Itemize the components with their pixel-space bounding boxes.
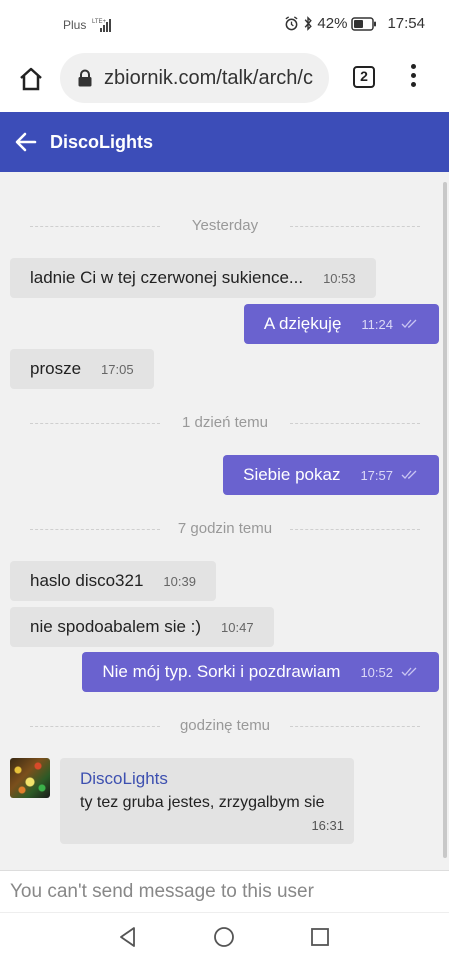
message-outgoing: A dziękuję 11:24 <box>243 304 439 344</box>
date-divider-label: godzinę temu <box>179 717 271 734</box>
chat-header: DiscoLights <box>0 112 449 172</box>
message-outgoing: Nie mój typ. Sorki i pozdrawiam 10:52 <box>82 652 439 692</box>
message-text: ty tez gruba jestes, zrzygalbym sie <box>80 794 325 811</box>
message-author[interactable]: DiscoLights <box>80 769 168 789</box>
clock: 17:54 <box>387 15 425 32</box>
message-incoming: prosze 17:05 <box>10 349 154 389</box>
read-receipt-icon <box>401 667 417 676</box>
message-time: 10:39 <box>163 573 196 589</box>
message-incoming-with-author: DiscoLights ty tez gruba jestes, zrzygal… <box>60 758 354 844</box>
address-bar[interactable]: zbiornik.com/talk/arch/c <box>60 53 329 103</box>
date-divider-label: 7 godzin temu <box>177 520 273 537</box>
status-bar: Plus LTE+ 42% 17:54 <box>0 0 449 50</box>
chat-title: DiscoLights <box>50 132 154 152</box>
message-incoming: nie spodoabalem sie :) 10:47 <box>10 607 274 647</box>
tab-switcher-button[interactable]: 2 <box>353 66 375 88</box>
status-right: 42% 17:54 <box>284 15 425 32</box>
message-incoming: ladnie Ci w tej czerwonej sukience... 10… <box>10 258 376 298</box>
nav-home-icon[interactable] <box>212 925 236 949</box>
message-text: A dziękuję <box>263 314 342 333</box>
read-receipt-icon <box>401 470 417 479</box>
date-divider-label: 1 dzień temu <box>182 414 268 431</box>
message-time: 17:57 <box>360 467 393 483</box>
nav-recents-icon[interactable] <box>308 925 332 949</box>
date-divider-label: Yesterday <box>191 217 259 234</box>
message-time: 10:53 <box>323 270 356 286</box>
read-receipt-icon <box>401 319 417 328</box>
battery-percent: 42% <box>317 15 348 32</box>
message-incoming: haslo disco321 10:39 <box>10 561 216 601</box>
message-time: 10:52 <box>360 664 393 680</box>
browser-toolbar: zbiornik.com/talk/arch/c 2 <box>0 50 449 112</box>
alarm-icon <box>285 16 298 31</box>
system-nav-bar <box>0 912 449 960</box>
network-type-label: LTE+ <box>92 19 107 25</box>
date-divider: 1 dzień temu <box>30 414 420 434</box>
home-icon[interactable] <box>17 65 45 93</box>
message-text: Nie mój typ. Sorki i pozdrawiam <box>102 662 341 681</box>
more-vert-icon[interactable] <box>408 64 418 92</box>
message-text: Siebie pokaz <box>243 465 341 484</box>
date-divider: godzinę temu <box>30 717 420 737</box>
message-list[interactable]: Yesterday ladnie Ci w tej czerwonej suki… <box>0 172 449 870</box>
nav-back-icon[interactable] <box>116 925 140 949</box>
message-outgoing: Siebie pokaz 17:57 <box>223 455 439 495</box>
date-divider: 7 godzin temu <box>30 520 420 540</box>
message-text: haslo disco321 <box>30 571 144 590</box>
message-composer: You can't send message to this user <box>0 870 449 912</box>
arrow-back-icon[interactable] <box>14 130 38 154</box>
message-time: 16:31 <box>311 818 344 833</box>
message-time: 17:05 <box>101 361 134 377</box>
message-time: 11:24 <box>361 316 393 332</box>
lock-icon <box>78 69 92 87</box>
composer-disabled-notice: You can't send message to this user <box>10 881 314 902</box>
carrier-label: Plus <box>63 18 87 32</box>
signal-icon: LTE+ <box>92 19 111 32</box>
bluetooth-icon <box>305 16 313 31</box>
message-time: 10:47 <box>221 619 254 635</box>
url-text: zbiornik.com/talk/arch/c <box>104 67 313 89</box>
date-divider: Yesterday <box>30 217 420 237</box>
scrollbar[interactable] <box>443 182 447 858</box>
message-text: ladnie Ci w tej czerwonej sukience... <box>30 268 304 287</box>
message-text: prosze <box>30 359 82 378</box>
avatar[interactable] <box>10 758 50 798</box>
battery-icon <box>351 16 377 31</box>
message-text: nie spodoabalem sie :) <box>30 617 202 636</box>
